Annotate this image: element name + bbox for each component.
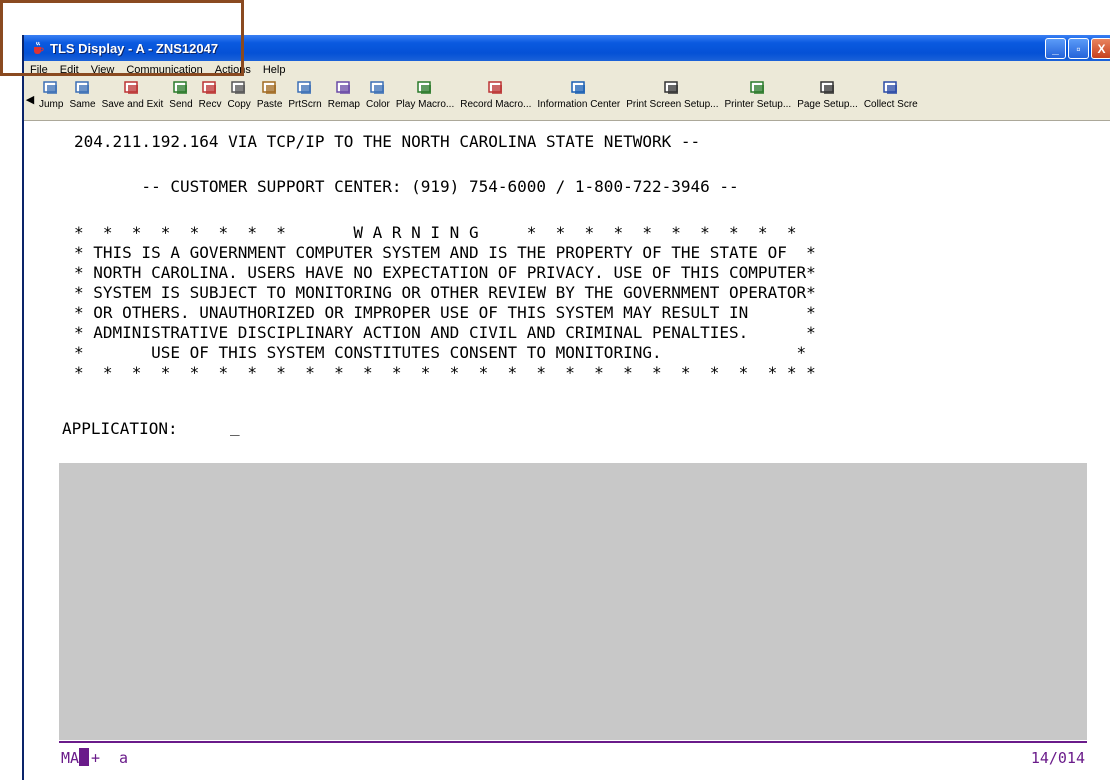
menu-bar: File Edit View Communication Actions Hel… <box>24 61 1110 78</box>
warning-footer-line: * * * * * * * * * * * * * * * * * * * * … <box>74 363 816 382</box>
paste-icon <box>261 80 279 96</box>
toolbar-button-collect-screen[interactable]: Collect Scre <box>861 78 921 110</box>
toolbar-button-play-macro[interactable]: Play Macro... <box>393 78 457 110</box>
text-cursor: _ <box>230 417 240 436</box>
warning-text-line: * SYSTEM IS SUBJECT TO MONITORING OR OTH… <box>74 283 816 302</box>
send-icon <box>172 80 190 96</box>
toolbar-button-jump[interactable]: Jump <box>36 78 66 110</box>
toolbar-button-label: Print Screen Setup... <box>626 99 719 110</box>
toolbar-button-information[interactable]: Information Center <box>534 78 623 110</box>
toolbar-button-label: Save and Exit <box>101 99 164 110</box>
cursor-position: 14/014 <box>1030 749 1085 767</box>
page-setup-icon <box>819 80 837 96</box>
color-icon <box>369 80 387 96</box>
toolbar-button-label: PrtScrn <box>288 99 322 110</box>
toolbar-button-printer-setup[interactable]: Printer Setup... <box>722 78 795 110</box>
toolbar-button-label: Collect Scre <box>863 99 918 110</box>
toolbar-button-page-setup[interactable]: Page Setup... <box>794 78 861 110</box>
toolbar-button-label: Remap <box>327 99 360 110</box>
menu-edit[interactable]: Edit <box>54 64 85 76</box>
status-cursor-block <box>79 748 89 766</box>
menu-file[interactable]: File <box>24 64 54 76</box>
toolbar-button-print-screen-setup[interactable]: Print Screen Setup... <box>623 78 721 110</box>
toolbar-button-label: Same <box>69 99 96 110</box>
toolbar-button-label: Paste <box>256 99 283 110</box>
toolbar-button-receive[interactable]: Recv <box>196 78 225 110</box>
network-banner-line: 204.211.192.164 VIA TCP/IP TO THE NORTH … <box>74 132 701 151</box>
toolbar-button-label: Page Setup... <box>797 99 858 110</box>
toolbar-button-copy[interactable]: Copy <box>224 78 253 110</box>
terminal-screen[interactable]: 204.211.192.164 VIA TCP/IP TO THE NORTH … <box>24 121 1110 780</box>
menu-communication[interactable]: Communication <box>120 64 208 76</box>
application-prompt-label: APPLICATION: <box>62 419 178 438</box>
play-macro-icon <box>416 80 434 96</box>
warning-text-line: * OR OTHERS. UNAUTHORIZED OR IMPROPER US… <box>74 303 816 322</box>
copy-icon <box>230 80 248 96</box>
jump-icon <box>42 80 60 96</box>
warning-text-line: * THIS IS A GOVERNMENT COMPUTER SYSTEM A… <box>74 243 816 262</box>
toolbar-button-remap[interactable]: Remap <box>325 78 363 110</box>
menu-actions[interactable]: Actions <box>209 64 257 76</box>
java-cup-icon <box>30 40 46 56</box>
toolbar-button-label: Jump <box>39 99 64 110</box>
close-button[interactable]: X <box>1091 38 1110 59</box>
toolbar-button-color[interactable]: Color <box>363 78 393 110</box>
warning-text-line: * NORTH CAROLINA. USERS HAVE NO EXPECTAT… <box>74 263 816 282</box>
warning-header-line: * * * * * * * * W A R N I N G * * * * * … <box>74 223 797 242</box>
toolbar-button-label: Record Macro... <box>460 99 532 110</box>
window-title: TLS Display - A - ZNS12047 <box>50 40 219 56</box>
save-exit-icon <box>123 80 141 96</box>
toolbar-button-label: Color <box>365 99 390 110</box>
remap-icon <box>335 80 353 96</box>
receive-icon <box>201 80 219 96</box>
status-mode: MA <box>61 749 80 767</box>
warning-text-line: * ADMINISTRATIVE DISCIPLINARY ACTION AND… <box>74 323 816 342</box>
toolbar-button-label: Play Macro... <box>395 99 455 110</box>
toolbar-button-send[interactable]: Send <box>166 78 195 110</box>
printer-setup-icon <box>749 80 767 96</box>
print-screen-setup-icon <box>663 80 681 96</box>
toolbar-button-same[interactable]: Same <box>66 78 98 110</box>
tls-display-window: TLS Display - A - ZNS12047 _ ▫ X File Ed… <box>22 35 1110 780</box>
toolbar-button-print-screen[interactable]: PrtScrn <box>285 78 324 110</box>
toolbar-button-save-exit[interactable]: Save and Exit <box>99 78 167 110</box>
minimize-button[interactable]: _ <box>1045 38 1066 59</box>
toolbar-button-label: Recv <box>198 99 222 110</box>
support-center-line: -- CUSTOMER SUPPORT CENTER: (919) 754-60… <box>74 177 739 196</box>
toolbar-scroll-left-icon[interactable]: ◀ <box>24 78 36 120</box>
toolbar-button-label: Printer Setup... <box>724 99 792 110</box>
print-screen-icon <box>296 80 314 96</box>
toolbar: ◀ Jump Same Save and Exit Send Recv Copy Paste… <box>24 78 1110 121</box>
maximize-button[interactable]: ▫ <box>1068 38 1089 59</box>
toolbar-button-label: Information Center <box>537 99 621 110</box>
status-a: a <box>119 749 129 767</box>
menu-help[interactable]: Help <box>257 64 292 76</box>
toolbar-button-record-macro[interactable]: Record Macro... <box>457 78 534 110</box>
information-icon <box>570 80 588 96</box>
same-icon <box>74 80 92 96</box>
toolbar-button-label: Copy <box>227 99 251 110</box>
status-plus: + <box>91 749 101 767</box>
toolbar-button-paste[interactable]: Paste <box>254 78 286 110</box>
menu-view[interactable]: View <box>85 64 121 76</box>
title-bar[interactable]: TLS Display - A - ZNS12047 _ ▫ X <box>24 35 1110 61</box>
collect-screen-icon <box>882 80 900 96</box>
operator-information-area: MA + a 14/014 <box>59 743 1087 771</box>
record-macro-icon <box>487 80 505 96</box>
unprotected-input-area[interactable] <box>59 463 1087 740</box>
consent-line: * USE OF THIS SYSTEM CONSTITUTES CONSENT… <box>74 343 807 362</box>
toolbar-button-label: Send <box>169 99 193 110</box>
